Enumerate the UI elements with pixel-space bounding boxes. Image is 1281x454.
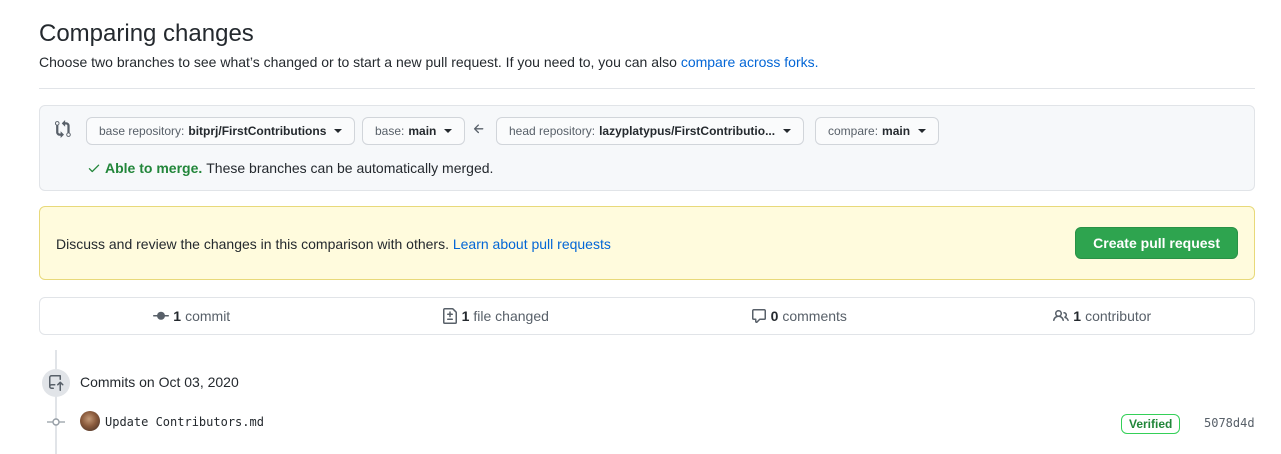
pull-request-flash: Discuss and review the changes in this c… [39, 206, 1255, 280]
commit-sha-link[interactable]: 5078d4d [1204, 416, 1255, 430]
base-repository-select[interactable]: base repository: bitprj/FirstContributio… [86, 117, 356, 145]
contributors-label: contributor [1085, 308, 1152, 324]
contributors-count: 1 [1073, 308, 1082, 324]
compare-branch-select[interactable]: compare: main [815, 117, 940, 145]
timeline-line [55, 350, 57, 454]
chevron-down-icon [444, 129, 453, 133]
compare-branch-label: compare: [828, 124, 879, 138]
base-repository-label: base repository: [99, 124, 185, 138]
flash-message-text: Discuss and review the changes in this c… [56, 236, 453, 252]
base-branch-select[interactable]: base: main [362, 117, 466, 145]
commits-count: 1 [173, 308, 182, 324]
head-repository-value: lazyplatypus/FirstContributio... [599, 124, 776, 138]
commit-message-link[interactable]: Update Contributors.md [105, 415, 264, 429]
arrow-left-icon [473, 124, 484, 134]
git-compare-icon [55, 120, 71, 138]
head-repository-label: head repository: [509, 124, 596, 138]
divider [39, 88, 1255, 89]
compare-branch-value: main [882, 124, 911, 138]
comparison-summary: 1 commit 1 file changed 0 comments 1 con… [39, 297, 1255, 335]
comment-icon [751, 309, 766, 323]
base-branch-value: main [408, 124, 437, 138]
file-diff-icon [442, 308, 457, 324]
compare-across-forks-link[interactable]: compare across forks. [681, 54, 819, 70]
commits-date-heading: Commits on Oct 03, 2020 [80, 374, 239, 390]
chevron-down-icon [918, 129, 927, 133]
merge-ok-label: Able to merge. [105, 160, 203, 176]
files-count: 1 [461, 308, 470, 324]
merge-status-text: These branches can be automatically merg… [206, 160, 494, 176]
summary-files-changed[interactable]: 1 file changed [344, 298, 648, 334]
merge-status: Able to merge. These branches can be aut… [87, 160, 493, 176]
compare-range-box: base repository: bitprj/FirstContributio… [39, 105, 1255, 191]
create-pull-request-button[interactable]: Create pull request [1075, 227, 1238, 259]
flash-message: Discuss and review the changes in this c… [56, 236, 611, 252]
summary-commits[interactable]: 1 commit [40, 298, 344, 334]
learn-about-pull-requests-link[interactable]: Learn about pull requests [453, 236, 611, 252]
commits-label: commit [185, 308, 231, 324]
base-branch-label: base: [375, 124, 405, 138]
git-commit-icon [47, 418, 65, 426]
page-title: Comparing changes [39, 20, 254, 47]
summary-contributors[interactable]: 1 contributor [951, 298, 1255, 334]
repo-push-icon [49, 375, 64, 391]
chevron-down-icon [334, 129, 343, 133]
avatar[interactable] [80, 411, 100, 431]
files-label: file changed [473, 308, 549, 324]
comments-label: comments [782, 308, 847, 324]
page-subtitle: Choose two branches to see what’s change… [39, 54, 819, 70]
chevron-down-icon [783, 129, 792, 133]
commits-badge [42, 369, 70, 397]
people-icon [1053, 309, 1070, 322]
git-commit-icon [153, 311, 170, 320]
head-repository-select[interactable]: head repository: lazyplatypus/FirstContr… [496, 117, 805, 145]
subtitle-text: Choose two branches to see what’s change… [39, 54, 681, 70]
summary-comments[interactable]: 0 comments [647, 298, 951, 334]
comments-count: 0 [770, 308, 779, 324]
verified-badge[interactable]: Verified [1121, 414, 1181, 434]
base-repository-value: bitprj/FirstContributions [188, 124, 327, 138]
check-icon [88, 164, 100, 173]
